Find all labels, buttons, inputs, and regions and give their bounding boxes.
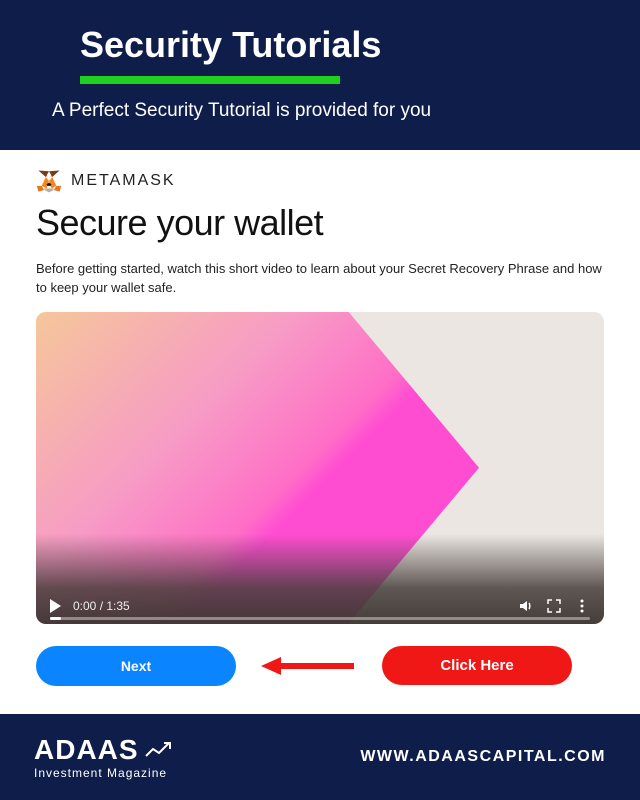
main-content: METAMASK Secure your wallet Before getti… [0,150,640,696]
video-progress-fill [50,617,61,620]
action-row: Next Click Here [36,646,604,686]
brand-name: METAMASK [71,172,176,190]
footer-brand-block: ADAAS Investment Magazine [34,734,175,780]
header-title: Security Tutorials [80,24,600,66]
page-header: Security Tutorials A Perfect Security Tu… [0,0,640,150]
video-progress-bar[interactable] [50,617,590,620]
description-text: Before getting started, watch this short… [36,260,604,298]
fox-icon [36,168,62,194]
video-time-display: 0:00 / 1:35 [73,599,130,613]
footer-url: WWW.ADAASCAPITAL.COM [360,748,606,766]
play-icon[interactable] [50,599,61,613]
click-here-badge: Click Here [382,646,572,685]
more-icon[interactable] [574,598,590,614]
fullscreen-icon[interactable] [546,598,562,614]
volume-icon[interactable] [518,598,534,614]
brand-row: METAMASK [36,168,604,194]
footer-brand: ADAAS [34,734,139,766]
next-button[interactable]: Next [36,646,236,686]
video-player[interactable]: 0:00 / 1:35 [36,312,604,624]
header-underline [80,76,340,84]
header-subtitle: A Perfect Security Tutorial is provided … [52,100,600,122]
main-heading: Secure your wallet [36,202,604,244]
page-footer: ADAAS Investment Magazine WWW.ADAASCAPIT… [0,714,640,800]
chart-arrow-icon [145,741,175,759]
footer-tagline: Investment Magazine [34,766,175,780]
arrow-annotation [254,651,364,681]
